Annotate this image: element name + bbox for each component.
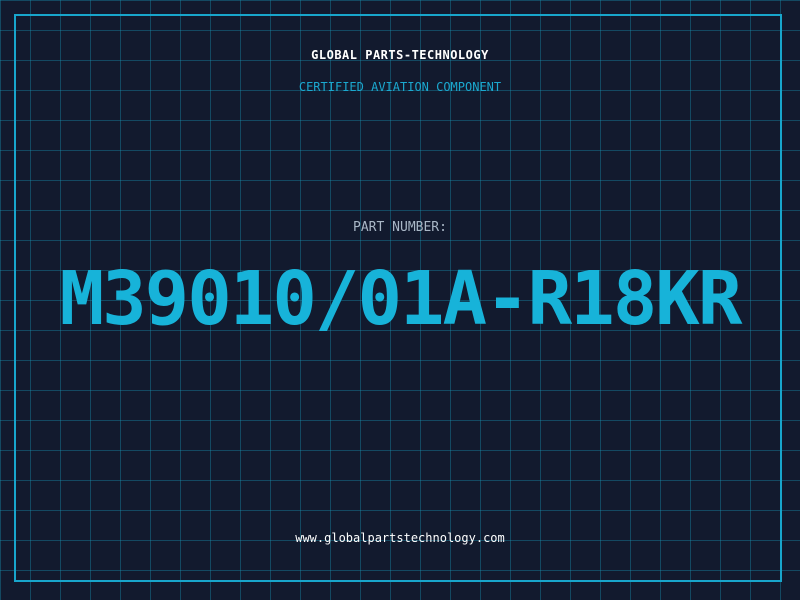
part-number-label: PART NUMBER: [353, 220, 447, 235]
tagline: CERTIFIED AVIATION COMPONENT [298, 80, 502, 94]
website-url: www.globalpartstechnology.com [295, 531, 505, 545]
company-name: GLOBAL PARTS-TECHNOLOGY [311, 48, 489, 62]
part-number-value: M39010/01A-R18KR [59, 256, 743, 342]
